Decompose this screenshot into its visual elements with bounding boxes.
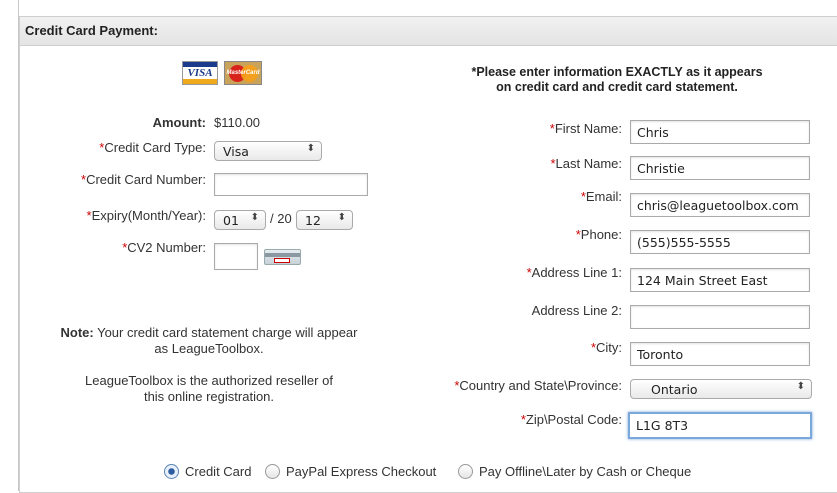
cv2-card-icon [264, 249, 301, 265]
card-number-input[interactable] [214, 173, 368, 196]
mastercard-icon: MasterCard [224, 61, 262, 85]
select-arrows-icon: ⬍ [306, 143, 315, 154]
paypal-option-label[interactable]: PayPal Express Checkout [286, 464, 436, 479]
country-state-select[interactable]: Ontario ⬍ [630, 379, 812, 399]
address2-label: Address Line 2: [531, 303, 622, 318]
credit-card-payment-panel: Credit Card Payment: VISA MasterCard *Pl… [19, 16, 837, 493]
instructions-text: *Please enter information EXACTLY as it … [471, 65, 763, 94]
amount-label: Amount: [152, 115, 206, 130]
paypal-radio[interactable] [265, 464, 280, 479]
select-arrows-icon: ⬍ [796, 381, 805, 392]
zip-input[interactable]: L1G 8T3 [628, 412, 812, 439]
expiry-year-select[interactable]: 12 ⬍ [296, 210, 353, 230]
credit-card-option-label[interactable]: Credit Card [185, 464, 251, 479]
visa-card-icon: VISA [182, 61, 218, 85]
last-name-input[interactable]: Christie [630, 156, 810, 180]
last-name-label: *Last Name: [550, 156, 622, 171]
page-frame: Credit Card Payment: VISA MasterCard *Pl… [18, 0, 837, 493]
amount-value: $110.00 [214, 115, 261, 130]
expiry-separator: / 20 [270, 211, 292, 226]
pay-offline-option-label[interactable]: Pay Offline\Later by Cash or Cheque [479, 464, 691, 479]
cv2-input[interactable] [214, 243, 258, 270]
statement-note: Note: Your credit card statement charge … [60, 325, 358, 356]
expiry-label: *Expiry(Month/Year): [86, 208, 206, 223]
cv2-label: *CV2 Number: [122, 240, 206, 255]
country-label: *Country and State\Province: [454, 378, 622, 393]
card-number-label: *Credit Card Number: [81, 172, 206, 187]
panel-title: Credit Card Payment: [20, 17, 837, 46]
pay-offline-radio[interactable] [458, 464, 473, 479]
email-input[interactable]: chris@leaguetoolbox.com [630, 193, 810, 217]
card-type-label: *Credit Card Type: [99, 140, 206, 155]
address1-input[interactable]: 124 Main Street East [630, 268, 810, 292]
reseller-note: LeagueToolbox is the authorized reseller… [85, 373, 333, 404]
address1-label: *Address Line 1: [526, 265, 622, 280]
card-type-select[interactable]: Visa ⬍ [214, 141, 322, 161]
zip-label: *Zip\Postal Code: [520, 412, 622, 427]
email-label: *Email: [580, 189, 622, 204]
first-name-input[interactable]: Chris [630, 120, 810, 144]
city-input[interactable]: Toronto [630, 342, 810, 366]
phone-label: *Phone: [575, 227, 622, 242]
phone-input[interactable]: (555)555-5555 [630, 230, 810, 254]
expiry-month-select[interactable]: 01 ⬍ [214, 210, 266, 230]
first-name-label: *First Name: [549, 121, 622, 136]
credit-card-radio[interactable] [164, 464, 179, 479]
address2-input[interactable] [630, 305, 810, 329]
select-arrows-icon: ⬍ [337, 212, 346, 223]
select-arrows-icon: ⬍ [250, 212, 259, 223]
city-label: *City: [590, 340, 622, 355]
